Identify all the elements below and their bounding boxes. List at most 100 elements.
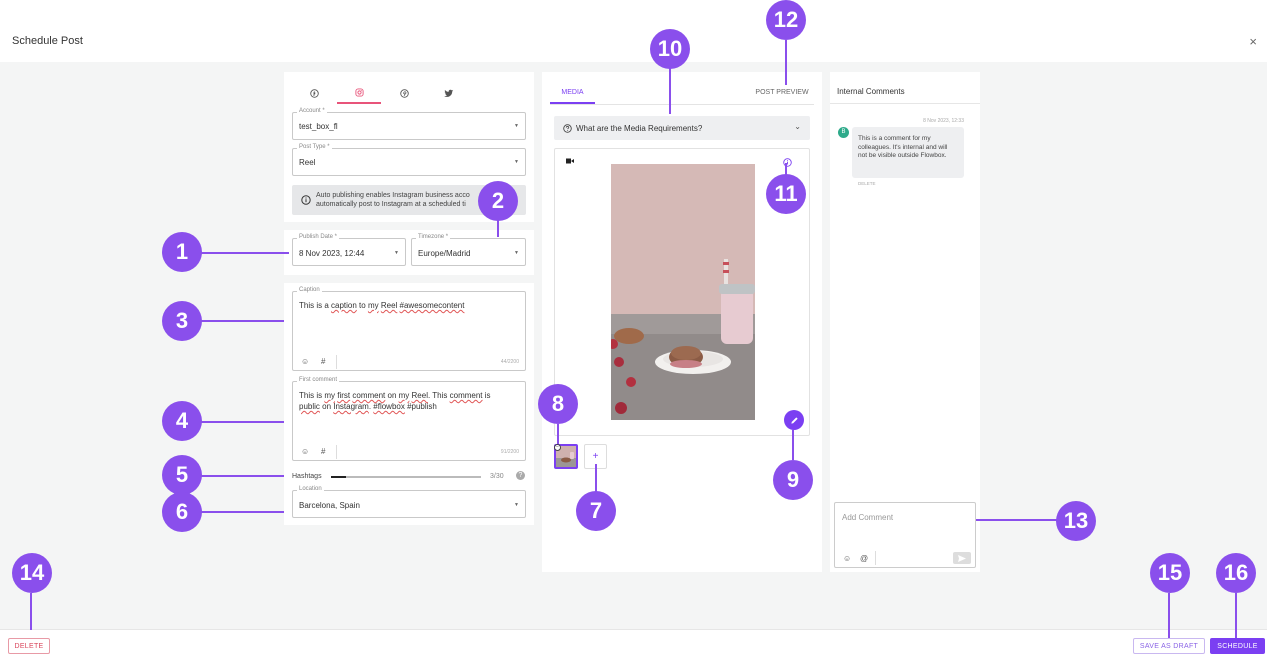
callout-line-5	[201, 475, 284, 477]
callout-14: 14	[12, 553, 52, 593]
pencil-icon	[790, 416, 798, 424]
callout-line-8	[557, 424, 559, 444]
send-icon	[958, 554, 966, 562]
comments-card: Internal Comments 8 Nov 2023, 12:33 B Th…	[830, 72, 980, 572]
account-select[interactable]: Account * test_box_fl ▼	[292, 108, 526, 140]
callout-line-16	[1235, 593, 1237, 638]
chevron-down-icon: ▼	[394, 250, 399, 256]
comment-delete-link[interactable]: DELETE	[858, 181, 876, 186]
add-comment-placeholder: Add Comment	[842, 513, 894, 522]
caption-text[interactable]: This is a caption to my Reel #awesomecon…	[299, 300, 519, 311]
add-comment-field[interactable]: Add Comment ☺ @	[834, 502, 976, 568]
remove-media-icon[interactable]: −	[554, 444, 561, 451]
video-icon	[566, 158, 574, 164]
callout-line-9	[792, 430, 794, 460]
callout-2: 2	[478, 181, 518, 221]
hashtag-icon[interactable]: #	[321, 357, 325, 366]
callout-15: 15	[1150, 553, 1190, 593]
send-comment-button[interactable]	[953, 552, 971, 564]
tab-facebook[interactable]	[292, 82, 336, 104]
tab-twitter[interactable]	[427, 82, 471, 104]
hashtags-counter: 3/30	[490, 473, 504, 480]
delete-button[interactable]: DELETE	[8, 638, 50, 654]
location-label: Location	[297, 486, 324, 492]
callout-line-15	[1168, 593, 1170, 638]
location-value: Barcelona, Spain	[299, 501, 360, 510]
callout-6: 6	[162, 492, 202, 532]
callout-7: 7	[576, 491, 616, 531]
post-type-label: Post Type *	[297, 144, 332, 150]
mention-icon[interactable]: @	[860, 554, 868, 563]
modal-header: Schedule Post ×	[0, 0, 1267, 62]
callout-line-14	[30, 593, 32, 630]
chevron-down-icon: ▼	[514, 250, 519, 256]
tab-media[interactable]: MEDIA	[550, 86, 595, 104]
chevron-down-icon: ▼	[514, 123, 519, 129]
caption-label: Caption	[297, 287, 322, 293]
content-card: Caption This is a caption to my Reel #aw…	[284, 283, 534, 525]
avatar: B	[838, 127, 849, 138]
callout-10: 10	[650, 29, 690, 69]
hashtags-row: Hashtags 3/30 ?	[292, 471, 526, 483]
callout-line-2	[497, 220, 499, 237]
callout-line-7	[595, 464, 597, 492]
comments-divider	[830, 103, 980, 104]
media-requirements-label: What are the Media Requirements?	[576, 124, 703, 133]
media-requirements-accordion[interactable]: What are the Media Requirements? ⌄	[554, 116, 810, 140]
caption-field[interactable]: Caption This is a caption to my Reel #aw…	[292, 287, 526, 371]
callout-line-4	[201, 421, 284, 423]
caption-counter: 44/2200	[500, 359, 519, 365]
timezone-label: Timezone *	[416, 234, 451, 240]
reel-image	[611, 164, 755, 420]
chevron-down-icon: ⌄	[794, 122, 801, 131]
timezone-select[interactable]: Timezone * Europe/Madrid ▼	[411, 234, 526, 266]
tab-pinterest[interactable]	[382, 82, 426, 104]
divider	[336, 445, 337, 459]
modal-footer: DELETE SAVE AS DRAFT SCHEDULE	[0, 629, 1267, 660]
callout-11: 11	[766, 174, 806, 214]
social-tabs	[284, 82, 534, 104]
tabs-divider	[550, 104, 814, 105]
account-label: Account *	[297, 108, 327, 114]
first-comment-counter: 91/2200	[500, 449, 519, 455]
save-draft-button[interactable]: SAVE AS DRAFT	[1133, 638, 1205, 654]
callout-5: 5	[162, 455, 202, 495]
comments-title: Internal Comments	[837, 87, 905, 96]
caption-toolbar: ☺ # 44/2200	[293, 354, 525, 370]
first-comment-field[interactable]: First comment This is my first comment o…	[292, 377, 526, 461]
post-type-select[interactable]: Post Type * Reel ▼	[292, 144, 526, 176]
first-comment-toolbar: ☺ # 91/2200	[293, 444, 525, 460]
edit-media-button[interactable]	[784, 410, 804, 430]
twitter-icon	[444, 89, 454, 97]
emoji-icon[interactable]: ☺	[843, 554, 851, 563]
hashtags-label: Hashtags	[292, 473, 322, 480]
hashtag-icon[interactable]: #	[321, 447, 325, 456]
help-circle-icon	[563, 124, 572, 133]
timezone-value: Europe/Madrid	[418, 249, 471, 258]
divider	[336, 355, 337, 369]
pinterest-icon	[399, 88, 409, 98]
callout-3: 3	[162, 301, 202, 341]
emoji-icon[interactable]: ☺	[301, 357, 309, 366]
close-icon[interactable]: ×	[1249, 34, 1257, 49]
comment-timestamp: 8 Nov 2023, 12:33	[923, 118, 964, 124]
schedule-button[interactable]: SCHEDULE	[1210, 638, 1265, 654]
callout-16: 16	[1216, 553, 1256, 593]
hashtags-progress-fill	[331, 476, 346, 478]
help-icon[interactable]: ?	[516, 471, 525, 480]
publish-date-value: 8 Nov 2023, 12:44	[299, 249, 365, 258]
tab-post-preview[interactable]: POST PREVIEW	[747, 89, 817, 96]
chevron-down-icon: ▼	[514, 502, 519, 508]
callout-8: 8	[538, 384, 578, 424]
first-comment-label: First comment	[297, 377, 340, 383]
modal-title: Schedule Post	[12, 35, 83, 47]
hashtags-progress-track	[331, 476, 481, 478]
location-select[interactable]: Location Barcelona, Spain ▼	[292, 486, 526, 518]
publish-date-select[interactable]: Publish Date * 8 Nov 2023, 12:44 ▼	[292, 234, 406, 266]
post-type-value: Reel	[299, 158, 316, 167]
first-comment-text[interactable]: This is my first comment on my Reel. Thi…	[299, 390, 519, 412]
tab-instagram[interactable]	[337, 82, 381, 104]
callout-4: 4	[162, 401, 202, 441]
emoji-icon[interactable]: ☺	[301, 447, 309, 456]
callout-1: 1	[162, 232, 202, 272]
